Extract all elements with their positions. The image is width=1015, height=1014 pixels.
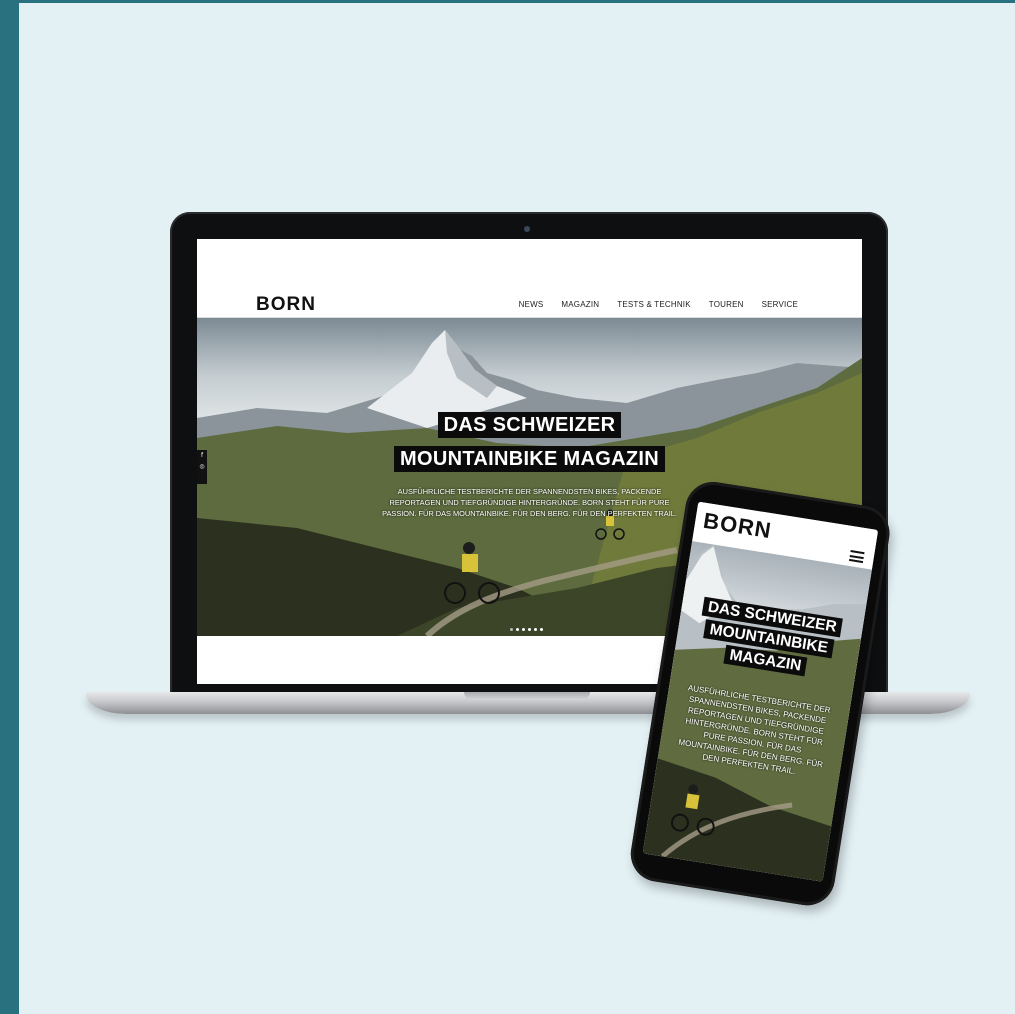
nav-item-touren[interactable]: TOUREN xyxy=(709,300,744,309)
laptop-notch xyxy=(464,692,590,700)
top-accent-bar xyxy=(0,0,1015,3)
slider-dot[interactable] xyxy=(510,628,513,631)
slider-dots xyxy=(510,628,543,631)
webcam xyxy=(524,226,530,232)
hamburger-menu-icon[interactable] xyxy=(848,550,865,564)
site-logo[interactable]: BORN xyxy=(256,294,316,316)
main-nav: NEWS MAGAZIN TESTS & TECHNIK TOUREN SERV… xyxy=(519,300,798,309)
nav-item-news[interactable]: NEWS xyxy=(519,300,544,309)
site-header: BORN NEWS MAGAZIN TESTS & TECHNIK TOUREN… xyxy=(197,239,862,318)
nav-item-magazin[interactable]: MAGAZIN xyxy=(561,300,599,309)
headline-line-2: MOUNTAINBIKE MAGAZIN xyxy=(394,446,665,472)
phone-site-logo[interactable]: BORN xyxy=(701,508,774,544)
headline-line-1: DAS SCHWEIZER xyxy=(437,412,622,438)
slider-dot[interactable] xyxy=(522,628,525,631)
headline-line-1-wrap: DAS SCHWEIZER xyxy=(197,412,862,438)
headline-line-2-wrap: MOUNTAINBIKE MAGAZIN xyxy=(197,446,862,472)
slider-dot[interactable] xyxy=(516,628,519,631)
phone-hero-image: DAS SCHWEIZER MOUNTAINBIKE MAGAZIN AUSFÜ… xyxy=(642,541,872,882)
hero-intro-text: AUSFÜHRLICHE TESTBERICHTE DER SPANNENDST… xyxy=(382,487,677,518)
nav-item-tests-technik[interactable]: TESTS & TECHNIK xyxy=(617,300,691,309)
slider-dot[interactable] xyxy=(534,628,537,631)
left-accent-bar xyxy=(0,0,19,1014)
nav-item-service[interactable]: SERVICE xyxy=(762,300,798,309)
phone-screen: BORN DAS SCHWEIZER MOUNTAINBIKE MAGAZIN … xyxy=(642,501,879,882)
slider-dot[interactable] xyxy=(528,628,531,631)
slider-dot[interactable] xyxy=(540,628,543,631)
